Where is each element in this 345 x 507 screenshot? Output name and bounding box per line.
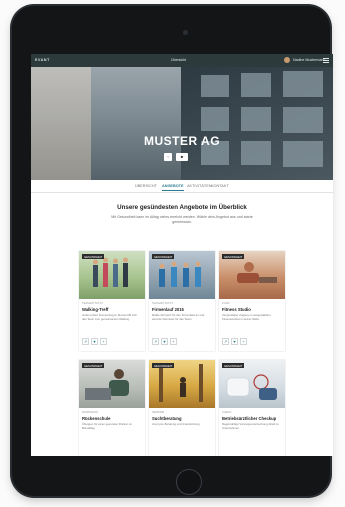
card-description: Vergünstigter Zugang zu ausgewählten Fit… [222,313,271,321]
tab-uebersicht[interactable]: ÜBERSICHT [135,184,157,188]
offer-card[interactable]: GESUNDHEIT TEAMAKTIVITÄT Walking-Treff J… [79,251,145,351]
like-icon[interactable]: ♥ [161,338,168,345]
card-title[interactable]: Betriebsärztlicher Checkup [222,416,276,421]
share-icon[interactable]: ↗ [82,338,89,345]
card-description: Übungen für einen gesunden Rücken im Bür… [82,422,133,430]
offer-card[interactable]: GESUNDHEIT WORKSHOP Rückenschule Übungen… [79,360,145,456]
hero-prev-button[interactable]: ‹ [164,153,172,161]
card-badge: GESUNDHEIT [152,363,175,369]
user-name[interactable]: Nadine Mustermann [293,58,325,62]
card-description: Regelmäßige Vorsorgeuntersuchung direkt … [222,422,279,430]
card-meta: WORKSHOP [82,411,98,414]
card-badge: GESUNDHEIT [222,254,245,260]
card-meta: TEAMAKTIVITÄT [152,302,174,305]
company-title: MUSTER AG [143,134,221,148]
section-intro: Mit Gesundheit kann im Alltag vieles err… [111,215,253,224]
tablet-screen: EVANT Übersicht Nadine Mustermann MUSTER… [31,54,333,456]
card-badge: GESUNDHEIT [222,363,245,369]
save-icon[interactable]: + [170,338,177,345]
card-actions: ↗ ♥ + [82,338,142,345]
card-title[interactable]: Fitness Studio [222,307,251,312]
hero-banner: MUSTER AG ‹ ■ [31,67,333,180]
tab-aktivitaeten[interactable]: AKTIVITÄTEN [187,184,211,188]
offer-card[interactable]: GESUNDHEIT SEMINAR Suchtberatung Anonyme… [149,360,215,456]
save-icon[interactable]: + [100,338,107,345]
like-icon[interactable]: ♥ [91,338,98,345]
card-meta: KURS [222,302,230,305]
share-icon[interactable]: ↗ [152,338,159,345]
hero-tower-image [31,67,91,180]
menu-icon[interactable] [323,58,329,63]
card-description: Jeden ersten Donnerstag im Monat trifft … [82,313,137,321]
home-button[interactable] [176,469,202,495]
front-camera [183,30,188,35]
save-icon[interactable]: + [240,338,247,345]
section-heading: Unsere gesündesten Angebote im Überblick [117,204,247,211]
card-meta: TEAMAKTIVITÄT [82,302,104,305]
offer-card[interactable]: GESUNDHEIT KURS Fitness Studio Vergünsti… [219,251,285,351]
hero-building-image [181,67,333,180]
card-meta: CHECK [222,411,232,414]
tab-bar: ÜBERSICHT ANGEBOTE AKTIVITÄTEN KONTAKT [31,180,333,193]
card-title[interactable]: Rückenschule [82,416,110,421]
card-actions: ↗ ♥ + [152,338,212,345]
card-badge: GESUNDHEIT [152,254,175,260]
hero-buttons: ‹ ■ [164,153,204,161]
user-avatar[interactable] [284,57,290,63]
share-icon[interactable]: ↗ [222,338,229,345]
tab-kontakt[interactable]: KONTAKT [211,184,229,188]
nav-center-link[interactable]: Übersicht [171,58,186,62]
hero-next-button[interactable]: ■ [176,153,188,161]
card-title[interactable]: Suchtberatung [152,416,182,421]
card-badge: GESUNDHEIT [82,363,105,369]
like-icon[interactable]: ♥ [231,338,238,345]
card-badge: GESUNDHEIT [82,254,105,260]
card-title[interactable]: Firmenlauf 2015 [152,307,184,312]
card-actions: ↗ ♥ + [222,338,282,345]
tab-angebote[interactable]: ANGEBOTE [162,184,184,191]
card-meta: SEMINAR [152,411,165,414]
top-bar: EVANT Übersicht Nadine Mustermann [31,54,333,67]
brand-logo[interactable]: EVANT [35,58,50,62]
card-description: Melde dich jetzt für den Firmenlauf an u… [152,313,205,321]
card-description: Anonyme Beratung und Unterstützung. [152,422,201,426]
card-title[interactable]: Walking-Treff [82,307,108,312]
offer-card[interactable]: GESUNDHEIT TEAMAKTIVITÄT Firmenlauf 2015… [149,251,215,351]
offer-card[interactable]: GESUNDHEIT CHECK Betriebsärztlicher Chec… [219,360,285,456]
